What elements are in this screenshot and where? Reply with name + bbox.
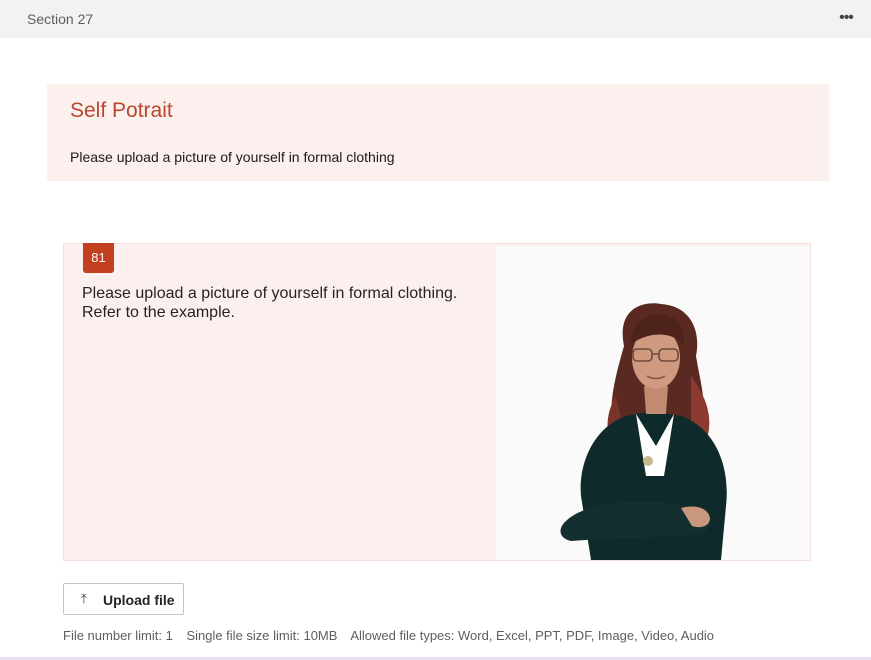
file-number-limit: File number limit: 1 xyxy=(63,628,173,643)
more-horizontal-icon: ••• xyxy=(839,9,854,26)
file-size-limit: Single file size limit: 10MB xyxy=(186,628,338,643)
example-portrait-image xyxy=(496,246,810,560)
section-bar: Section 27 ••• xyxy=(0,0,871,38)
question-text-line: Refer to the example. xyxy=(82,304,235,321)
section-title: Section 27 xyxy=(27,11,94,27)
question-number-badge: 81 xyxy=(83,243,114,273)
upload-arrow-icon: ⤒ xyxy=(81,591,87,606)
section-header-card: Self Potrait Please upload a picture of … xyxy=(47,84,829,181)
allowed-file-types: Allowed file types: Word, Excel, PPT, PD… xyxy=(350,628,715,643)
question-card: 81 Please upload a picture of yourself i… xyxy=(63,243,811,561)
form-page: Section 27 ••• Self Potrait Please uploa… xyxy=(0,0,871,660)
question-text-line: Please upload a picture of yourself in f… xyxy=(82,285,458,302)
section-header-description: Please upload a picture of yourself in f… xyxy=(70,149,395,165)
section-header-title: Self Potrait xyxy=(70,99,173,122)
portrait-illustration xyxy=(496,246,810,560)
upload-limits-text: File number limit: 1 Single file size li… xyxy=(63,628,724,643)
question-text: Please upload a picture of yourself in f… xyxy=(82,284,482,322)
upload-file-button[interactable]: ⤒ Upload file xyxy=(63,583,184,615)
more-options-button[interactable]: ••• xyxy=(835,6,857,30)
upload-file-label: Upload file xyxy=(103,592,175,608)
